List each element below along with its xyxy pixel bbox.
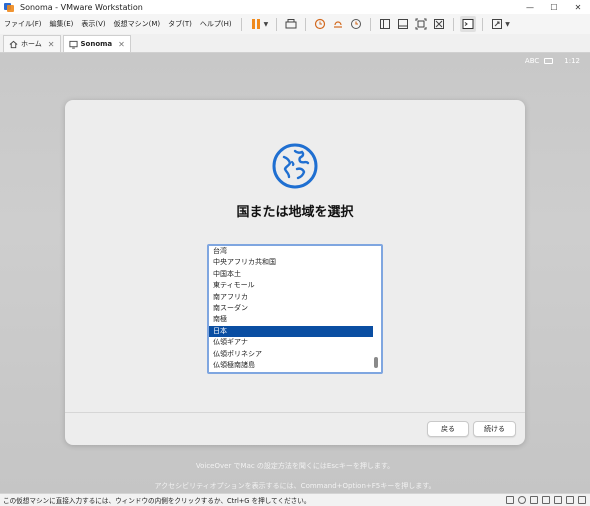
menu-toolbar: ファイル(F) 編集(E) 表示(V) 仮想マシン(M) タブ(T) ヘルプ(H… (0, 14, 590, 34)
revert-snapshot-icon (334, 21, 343, 28)
menu-view[interactable]: 表示(V) (77, 19, 109, 29)
country-list-item[interactable]: 台湾 (209, 246, 373, 257)
setup-assistant-dialog: 国または地域を選択 台湾 中央アフリカ共和国 中国本土 東ティモール 南アフリカ 南スーダ… (65, 100, 525, 445)
close-button[interactable]: ✕ (566, 0, 590, 14)
console-icon (462, 19, 474, 29)
status-bar: この仮想マシンに直接入力するには、ウィンドウの内側をクリックするか、Ctrl+G… (0, 493, 590, 506)
country-list-item[interactable]: 中国本土 (209, 269, 373, 280)
country-list-item[interactable]: 日本 (209, 325, 373, 338)
country-list-item[interactable]: 南極 (209, 314, 373, 325)
toolbar-divider (240, 17, 242, 31)
tab-sonoma-label: Sonoma (80, 40, 113, 48)
macos-menu-status: ABC 1:12 (525, 57, 580, 65)
vmware-app-icon (4, 2, 14, 12)
tab-bar: ホーム ✕ Sonoma ✕ (0, 34, 590, 53)
home-icon (9, 40, 18, 49)
menu-edit[interactable]: 編集(E) (46, 19, 78, 29)
stretch-dropdown-caret-icon[interactable]: ▼ (505, 21, 510, 28)
stretch-icon (492, 19, 503, 29)
clock-time: 1:12 (564, 57, 580, 65)
vm-icon (68, 40, 78, 49)
stretch-guest-button[interactable] (489, 16, 505, 32)
thumbnail-bar-icon (398, 19, 409, 29)
title-bar: Sonoma - VMware Workstation — ☐ ✕ (0, 0, 590, 14)
pause-icon (251, 19, 260, 29)
usb-controller-icon[interactable] (542, 496, 550, 504)
message-log-icon[interactable] (578, 496, 586, 504)
full-screen-button[interactable] (413, 16, 429, 32)
toolbar-divider (305, 17, 307, 31)
country-region-list[interactable]: 台湾 中央アフリカ共和国 中国本土 東ティモール 南アフリカ 南スーダン 南極 日本 仏領ギアナ… (207, 244, 383, 374)
country-list-item[interactable]: 東ティモール (209, 280, 373, 291)
send-keys-icon (285, 19, 297, 29)
toolbar-divider (453, 17, 455, 31)
minimize-button[interactable]: — (518, 0, 542, 14)
tab-home-label: ホーム (21, 40, 42, 48)
snapshot-button[interactable] (312, 16, 328, 32)
device-status-icons (506, 496, 586, 504)
display-icon[interactable] (566, 496, 574, 504)
tab-home[interactable]: ホーム ✕ (3, 35, 61, 52)
country-list-items: 台湾 中央アフリカ共和国 中国本土 東ティモール 南アフリカ 南スーダン 南極 日本 仏領ギアナ… (209, 246, 373, 371)
list-scroll-thumb[interactable] (374, 357, 378, 368)
unity-button[interactable] (431, 16, 447, 32)
network-adapter-icon[interactable] (530, 496, 538, 504)
dialog-footer-divider (65, 412, 525, 413)
menu-tabs[interactable]: タブ(T) (164, 19, 196, 29)
hard-disk-icon[interactable] (506, 496, 514, 504)
country-list-item[interactable]: 南スーダン (209, 303, 373, 314)
voiceover-hint: VoiceOver でMac の設定方法を聞くにはEscキーを押します。 (195, 462, 395, 470)
window-title: Sonoma - VMware Workstation (20, 2, 143, 12)
snapshot-manager-button[interactable] (348, 16, 364, 32)
toolbar-divider (370, 17, 372, 31)
menu-file[interactable]: ファイル(F) (0, 19, 46, 29)
snapshot-clock-icon (315, 18, 326, 30)
input-source-indicator[interactable]: ABC (525, 57, 539, 65)
revert-snapshot-button[interactable] (330, 16, 346, 32)
back-button[interactable]: 戻る (427, 421, 469, 437)
tab-home-close-icon[interactable]: ✕ (48, 40, 55, 49)
continue-button[interactable]: 続ける (473, 421, 516, 437)
status-message: この仮想マシンに直接入力するには、ウィンドウの内側をクリックするか、Ctrl+G… (3, 497, 311, 505)
cd-dvd-icon[interactable] (518, 496, 526, 504)
pause-button[interactable] (248, 16, 264, 32)
country-list-item[interactable]: 仏領極南諸島 (209, 360, 373, 371)
country-list-item[interactable]: 仏領ギアナ (209, 337, 373, 348)
power-dropdown-caret-icon[interactable]: ▼ (264, 21, 269, 28)
country-list-item[interactable]: 南アフリカ (209, 292, 373, 303)
toolbar-divider (276, 17, 278, 31)
sound-card-icon[interactable] (554, 496, 562, 504)
globe-icon (272, 143, 318, 189)
library-panel-icon (380, 19, 391, 29)
dialog-title: 国または地域を選択 (236, 205, 354, 220)
show-thumbnail-bar-button[interactable] (395, 16, 411, 32)
toolbar-divider (482, 17, 484, 31)
menu-vm[interactable]: 仮想マシン(M) (110, 19, 165, 29)
tab-sonoma[interactable]: Sonoma ✕ (62, 35, 131, 52)
tab-sonoma-close-icon[interactable]: ✕ (118, 40, 125, 49)
country-list-item[interactable]: 中央アフリカ共和国 (209, 257, 373, 268)
unity-icon (434, 19, 445, 29)
send-ctrl-alt-del-button[interactable] (283, 16, 299, 32)
list-scrollbar[interactable] (372, 247, 380, 371)
accessibility-hint: アクセシビリティオプションを表示するには、Command+Option+F5キー… (154, 482, 436, 490)
window-controls: — ☐ ✕ (518, 0, 590, 14)
snapshot-manager-icon (351, 19, 362, 29)
show-library-button[interactable] (377, 16, 393, 32)
vm-console[interactable]: ABC 1:12 国または地域を選択 台湾 中央アフリカ共和国 中国本土 東ティモール… (0, 53, 590, 493)
keyboard-icon (544, 58, 554, 64)
country-list-item[interactable]: 仏領ポリネシア (209, 349, 373, 360)
maximize-button[interactable]: ☐ (542, 0, 566, 14)
full-screen-icon (415, 18, 427, 30)
console-view-button[interactable] (460, 16, 477, 32)
menu-help[interactable]: ヘルプ(H) (196, 19, 236, 29)
